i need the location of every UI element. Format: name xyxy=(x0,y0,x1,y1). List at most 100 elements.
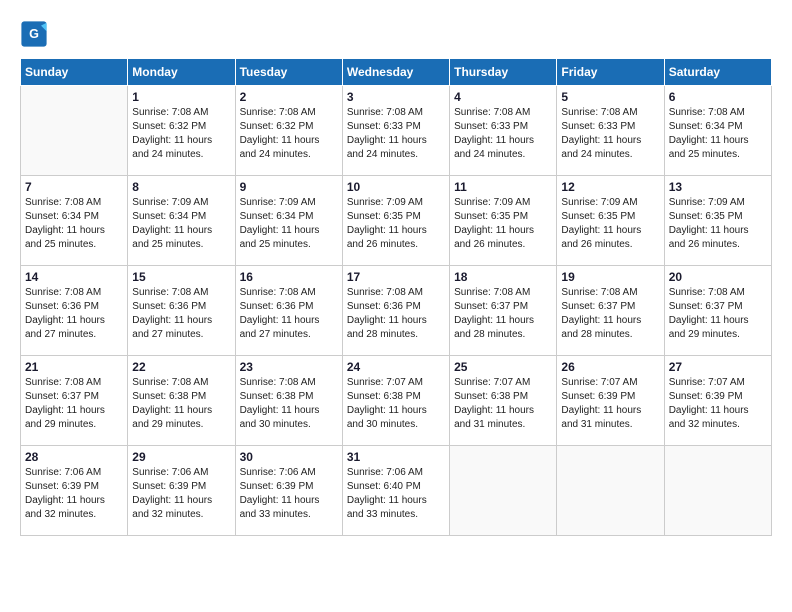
day-info: Sunrise: 7:06 AMSunset: 6:39 PMDaylight:… xyxy=(240,466,338,522)
day-info: Sunrise: 7:08 AMSunset: 6:33 PMDaylight:… xyxy=(561,106,659,162)
day-info: Sunrise: 7:08 AMSunset: 6:37 PMDaylight:… xyxy=(561,286,659,342)
day-number: 19 xyxy=(561,270,659,284)
calendar-cell: 23 Sunrise: 7:08 AMSunset: 6:38 PMDayligh… xyxy=(235,356,342,446)
day-info: Sunrise: 7:07 AMSunset: 6:39 PMDaylight:… xyxy=(669,376,767,432)
logo: G xyxy=(20,20,52,48)
calendar-cell: 24 Sunrise: 7:07 AMSunset: 6:38 PMDayligh… xyxy=(342,356,449,446)
week-row-3: 14 Sunrise: 7:08 AMSunset: 6:36 PMDayligh… xyxy=(21,266,772,356)
day-info: Sunrise: 7:08 AMSunset: 6:37 PMDaylight:… xyxy=(454,286,552,342)
day-info: Sunrise: 7:08 AMSunset: 6:32 PMDaylight:… xyxy=(240,106,338,162)
day-number: 28 xyxy=(25,450,123,464)
day-info: Sunrise: 7:08 AMSunset: 6:38 PMDaylight:… xyxy=(240,376,338,432)
week-row-4: 21 Sunrise: 7:08 AMSunset: 6:37 PMDayligh… xyxy=(21,356,772,446)
day-info: Sunrise: 7:08 AMSunset: 6:33 PMDaylight:… xyxy=(454,106,552,162)
day-info: Sunrise: 7:08 AMSunset: 6:36 PMDaylight:… xyxy=(347,286,445,342)
day-info: Sunrise: 7:09 AMSunset: 6:35 PMDaylight:… xyxy=(561,196,659,252)
calendar-cell xyxy=(557,446,664,536)
day-info: Sunrise: 7:06 AMSunset: 6:39 PMDaylight:… xyxy=(25,466,123,522)
calendar-cell: 31Sunrise: 7:06 AMSunset: 6:40 PMDayligh… xyxy=(342,446,449,536)
day-info: Sunrise: 7:09 AMSunset: 6:35 PMDaylight:… xyxy=(669,196,767,252)
day-info: Sunrise: 7:08 AMSunset: 6:36 PMDaylight:… xyxy=(25,286,123,342)
day-info: Sunrise: 7:08 AMSunset: 6:37 PMDaylight:… xyxy=(25,376,123,432)
day-number: 24 xyxy=(347,360,445,374)
day-number: 22 xyxy=(132,360,230,374)
day-info: Sunrise: 7:09 AMSunset: 6:35 PMDaylight:… xyxy=(347,196,445,252)
column-header-tuesday: Tuesday xyxy=(235,59,342,86)
day-info: Sunrise: 7:08 AMSunset: 6:32 PMDaylight:… xyxy=(132,106,230,162)
column-header-wednesday: Wednesday xyxy=(342,59,449,86)
day-number: 23 xyxy=(240,360,338,374)
day-info: Sunrise: 7:07 AMSunset: 6:39 PMDaylight:… xyxy=(561,376,659,432)
calendar-cell: 22 Sunrise: 7:08 AMSunset: 6:38 PMDayligh… xyxy=(128,356,235,446)
column-header-sunday: Sunday xyxy=(21,59,128,86)
day-number: 31 xyxy=(347,450,445,464)
day-info: Sunrise: 7:08 AMSunset: 6:36 PMDaylight:… xyxy=(132,286,230,342)
day-number: 4 xyxy=(454,90,552,104)
calendar-cell: 16 Sunrise: 7:08 AMSunset: 6:36 PMDayligh… xyxy=(235,266,342,356)
week-row-5: 28 Sunrise: 7:06 AMSunset: 6:39 PMDayligh… xyxy=(21,446,772,536)
day-number: 6 xyxy=(669,90,767,104)
day-info: Sunrise: 7:08 AMSunset: 6:33 PMDaylight:… xyxy=(347,106,445,162)
calendar-cell: 11Sunrise: 7:09 AMSunset: 6:35 PMDayligh… xyxy=(450,176,557,266)
calendar-cell: 18 Sunrise: 7:08 AMSunset: 6:37 PMDayligh… xyxy=(450,266,557,356)
calendar-cell: 4 Sunrise: 7:08 AMSunset: 6:33 PMDaylight… xyxy=(450,86,557,176)
calendar-cell: 1Sunrise: 7:08 AMSunset: 6:32 PMDaylight… xyxy=(128,86,235,176)
calendar-cell: 14 Sunrise: 7:08 AMSunset: 6:36 PMDayligh… xyxy=(21,266,128,356)
calendar-cell: 2Sunrise: 7:08 AMSunset: 6:32 PMDaylight… xyxy=(235,86,342,176)
day-number: 15 xyxy=(132,270,230,284)
calendar-cell: 27 Sunrise: 7:07 AMSunset: 6:39 PMDayligh… xyxy=(664,356,771,446)
calendar-cell: 12Sunrise: 7:09 AMSunset: 6:35 PMDayligh… xyxy=(557,176,664,266)
day-number: 10 xyxy=(347,180,445,194)
column-header-friday: Friday xyxy=(557,59,664,86)
calendar-cell: 5Sunrise: 7:08 AMSunset: 6:33 PMDaylight… xyxy=(557,86,664,176)
day-number: 18 xyxy=(454,270,552,284)
page-header: G xyxy=(20,20,772,48)
calendar-cell: 19 Sunrise: 7:08 AMSunset: 6:37 PMDayligh… xyxy=(557,266,664,356)
day-number: 25 xyxy=(454,360,552,374)
calendar-table: SundayMondayTuesdayWednesdayThursdayFrid… xyxy=(20,58,772,536)
day-number: 26 xyxy=(561,360,659,374)
day-number: 9 xyxy=(240,180,338,194)
logo-icon: G xyxy=(20,20,48,48)
calendar-cell: 17 Sunrise: 7:08 AMSunset: 6:36 PMDayligh… xyxy=(342,266,449,356)
day-info: Sunrise: 7:08 AMSunset: 6:36 PMDaylight:… xyxy=(240,286,338,342)
column-header-monday: Monday xyxy=(128,59,235,86)
calendar-header-row: SundayMondayTuesdayWednesdayThursdayFrid… xyxy=(21,59,772,86)
calendar-cell: 8Sunrise: 7:09 AMSunset: 6:34 PMDaylight… xyxy=(128,176,235,266)
calendar-cell: 3 Sunrise: 7:08 AMSunset: 6:33 PMDaylight… xyxy=(342,86,449,176)
calendar-cell xyxy=(450,446,557,536)
calendar-cell: 15 Sunrise: 7:08 AMSunset: 6:36 PMDayligh… xyxy=(128,266,235,356)
day-info: Sunrise: 7:07 AMSunset: 6:38 PMDaylight:… xyxy=(347,376,445,432)
day-number: 3 xyxy=(347,90,445,104)
calendar-cell xyxy=(21,86,128,176)
day-number: 21 xyxy=(25,360,123,374)
calendar-cell: 21 Sunrise: 7:08 AMSunset: 6:37 PMDayligh… xyxy=(21,356,128,446)
day-info: Sunrise: 7:08 AMSunset: 6:34 PMDaylight:… xyxy=(669,106,767,162)
day-info: Sunrise: 7:07 AMSunset: 6:38 PMDaylight:… xyxy=(454,376,552,432)
day-number: 17 xyxy=(347,270,445,284)
calendar-cell: 9 Sunrise: 7:09 AMSunset: 6:34 PMDaylight… xyxy=(235,176,342,266)
day-number: 16 xyxy=(240,270,338,284)
week-row-2: 7Sunrise: 7:08 AMSunset: 6:34 PMDaylight… xyxy=(21,176,772,266)
calendar-cell: 29 Sunrise: 7:06 AMSunset: 6:39 PMDayligh… xyxy=(128,446,235,536)
day-info: Sunrise: 7:06 AMSunset: 6:39 PMDaylight:… xyxy=(132,466,230,522)
calendar-cell: 30 Sunrise: 7:06 AMSunset: 6:39 PMDayligh… xyxy=(235,446,342,536)
column-header-saturday: Saturday xyxy=(664,59,771,86)
day-info: Sunrise: 7:09 AMSunset: 6:34 PMDaylight:… xyxy=(240,196,338,252)
calendar-cell xyxy=(664,446,771,536)
day-info: Sunrise: 7:09 AMSunset: 6:35 PMDaylight:… xyxy=(454,196,552,252)
svg-text:G: G xyxy=(29,27,39,41)
calendar-cell: 13 Sunrise: 7:09 AMSunset: 6:35 PMDayligh… xyxy=(664,176,771,266)
day-number: 14 xyxy=(25,270,123,284)
day-info: Sunrise: 7:08 AMSunset: 6:38 PMDaylight:… xyxy=(132,376,230,432)
day-number: 13 xyxy=(669,180,767,194)
day-number: 20 xyxy=(669,270,767,284)
calendar-cell: 26 Sunrise: 7:07 AMSunset: 6:39 PMDayligh… xyxy=(557,356,664,446)
day-number: 30 xyxy=(240,450,338,464)
day-number: 29 xyxy=(132,450,230,464)
calendar-cell: 25 Sunrise: 7:07 AMSunset: 6:38 PMDayligh… xyxy=(450,356,557,446)
day-number: 8 xyxy=(132,180,230,194)
day-number: 27 xyxy=(669,360,767,374)
calendar-cell: 6 Sunrise: 7:08 AMSunset: 6:34 PMDaylight… xyxy=(664,86,771,176)
calendar-cell: 28 Sunrise: 7:06 AMSunset: 6:39 PMDayligh… xyxy=(21,446,128,536)
